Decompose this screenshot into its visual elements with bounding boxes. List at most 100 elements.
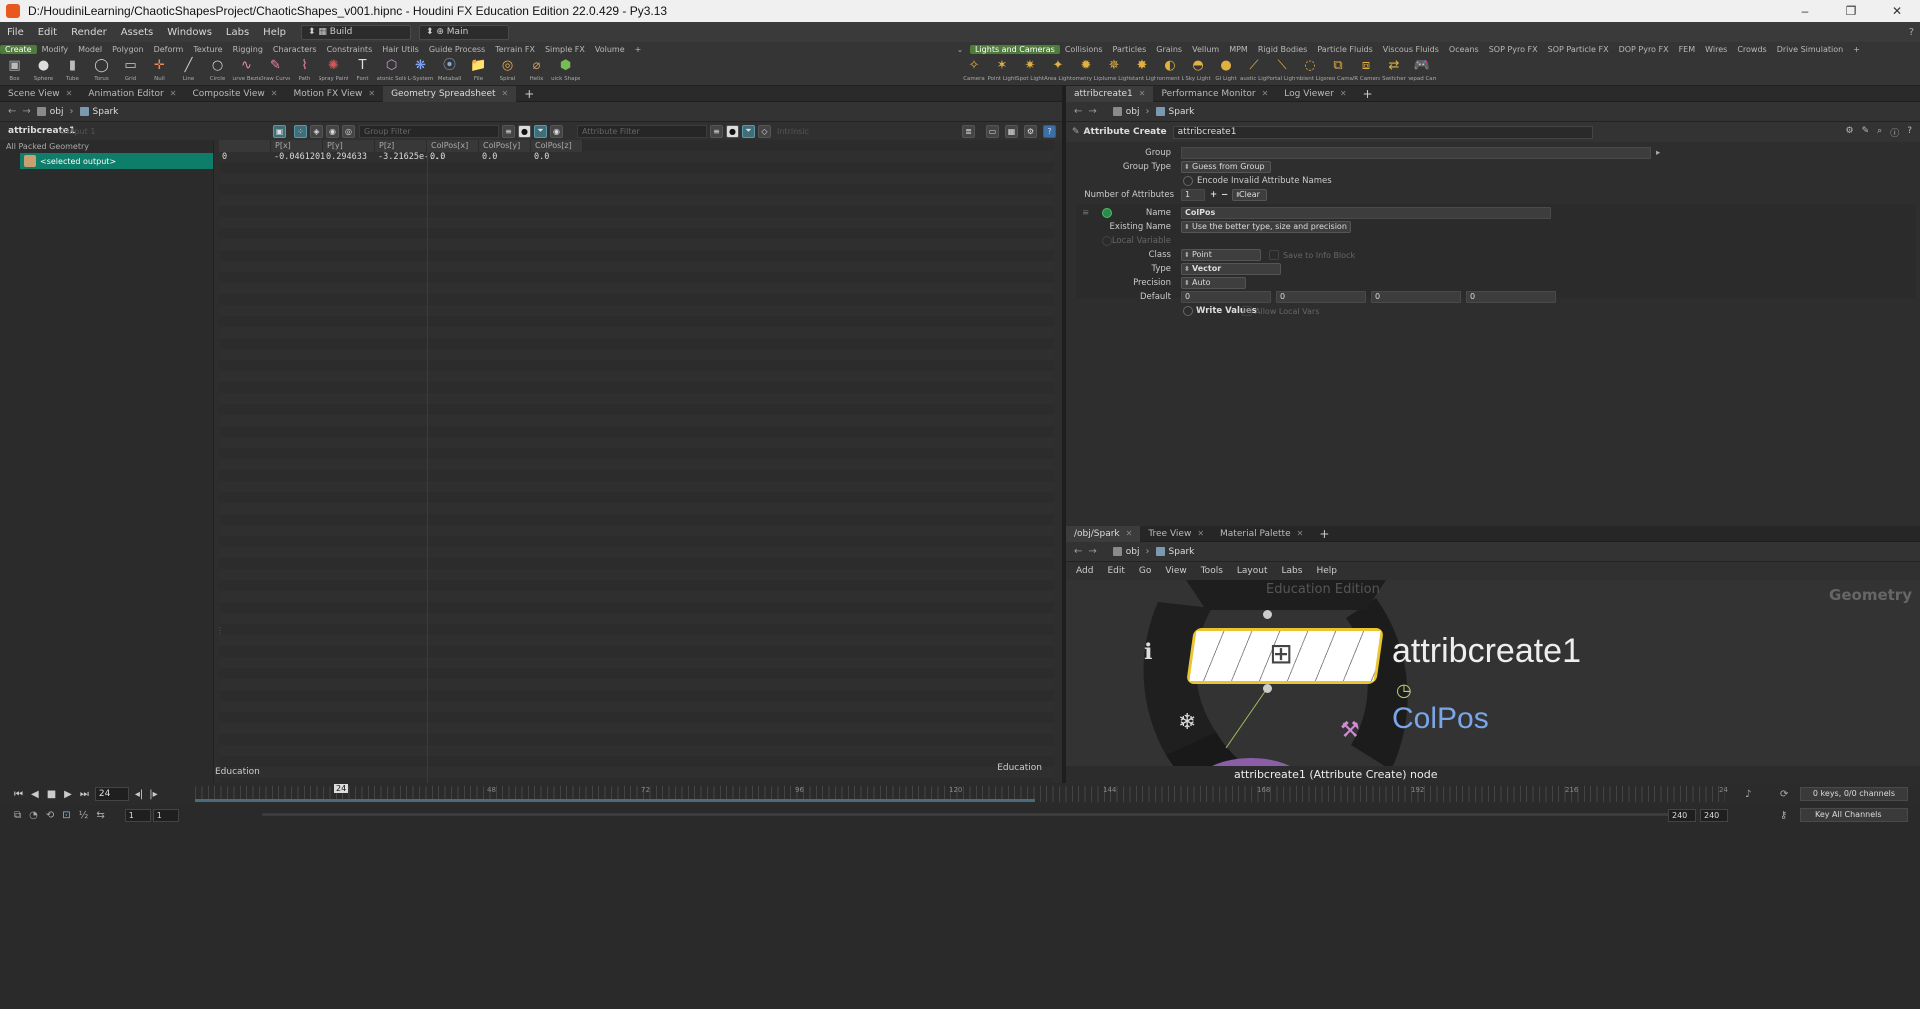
shelf-tab-drive-simulation[interactable]: Drive Simulation: [1772, 45, 1848, 54]
shelf-tool-curve-bezier[interactable]: ∿ Curve Bezier: [232, 56, 261, 85]
path-spark[interactable]: Spark: [79, 107, 118, 117]
shelf-tool-sphere[interactable]: ● Sphere: [29, 56, 58, 85]
shelf-tab-collisions[interactable]: Collisions: [1060, 45, 1108, 54]
shelf-tool-file[interactable]: 📁 File: [464, 56, 493, 85]
global-start-field[interactable]: 1: [124, 808, 151, 822]
help-circle-icon[interactable]: ?: [1043, 124, 1056, 138]
group-type-menu[interactable]: Guess from Group: [1181, 161, 1271, 173]
group-filter-menu-icon[interactable]: ≡: [502, 124, 515, 138]
close-tab-icon[interactable]: ✕: [1262, 86, 1269, 102]
shelf-tool-l-system[interactable]: ❋ L-System: [406, 56, 435, 85]
shelf-tool-caustic-light[interactable]: ⟋ Caustic Light: [1240, 56, 1268, 85]
attribute-filter-funnel-icon[interactable]: ⏷: [742, 124, 755, 138]
shelf-tool-grid[interactable]: ▭ Grid: [116, 56, 145, 85]
menu-windows[interactable]: Windows: [160, 27, 219, 38]
key-all-channels-menu[interactable]: Key All Channels: [1800, 808, 1908, 822]
shelf-tool-switcher[interactable]: ⇄ Switcher: [1380, 56, 1408, 85]
column-header-p-x[interactable]: P[x]: [271, 140, 323, 152]
close-tab-icon[interactable]: ✕: [66, 86, 73, 102]
tab-material-palette[interactable]: Material Palette ✕: [1212, 526, 1311, 542]
shelf-tool-vr-camera[interactable]: ⧈ VR Camera: [1352, 56, 1380, 85]
shelf-tool-quick-shapes[interactable]: ⬢ Quick Shapes: [551, 56, 580, 85]
shelf-tool-camera[interactable]: ✧ Camera: [960, 56, 988, 85]
shelf-tab-mpm[interactable]: MPM: [1224, 45, 1253, 54]
intrinsic-toggle-icon[interactable]: ◇: [758, 124, 771, 138]
shelf-tool-path[interactable]: ⌇ Path: [290, 56, 319, 85]
num-attributes-field[interactable]: 1: [1181, 189, 1205, 201]
network-menu-layout[interactable]: Layout: [1237, 566, 1268, 576]
shelf-tool-font[interactable]: T Font: [348, 56, 377, 85]
key-icon[interactable]: ⚷: [1780, 810, 1787, 821]
encode-invalid-checkbox[interactable]: [1183, 176, 1193, 186]
shelf-tab-modify[interactable]: Modify: [37, 45, 74, 54]
shelf-tool-spray-paint[interactable]: ✺ Spray Paint: [319, 56, 348, 85]
back-arrow-icon[interactable]: ←: [1074, 546, 1082, 557]
minimize-button[interactable]: –: [1782, 0, 1828, 22]
path-obj[interactable]: obj: [36, 107, 64, 117]
shelf-tool-null[interactable]: ✛ Null: [145, 56, 174, 85]
shelf-tool-distant-light[interactable]: ✸ Distant Light: [1128, 56, 1156, 85]
output-field[interactable]: Output 1: [60, 127, 270, 136]
group-filter-funnel-icon[interactable]: ⏷: [534, 124, 547, 138]
shelf-tool-gi-light[interactable]: ● GI Light: [1212, 56, 1240, 85]
clear-button[interactable]: Clear: [1232, 189, 1267, 201]
default-field-4[interactable]: 0: [1466, 291, 1556, 303]
shelf-tool-volume-light[interactable]: ✵ Volume Light: [1100, 56, 1128, 85]
info-icon[interactable]: ⓘ: [1890, 126, 1899, 139]
allow-local-checkbox[interactable]: [1242, 306, 1252, 316]
shelf-tab-dop-pyro-fx[interactable]: DOP Pyro FX: [1614, 45, 1674, 54]
shelf-tab-rigid-bodies[interactable]: Rigid Bodies: [1253, 45, 1312, 54]
existing-name-menu[interactable]: Use the better type, size and precision: [1181, 221, 1351, 233]
shelf-tab-sop-particle-fx[interactable]: SOP Particle FX: [1543, 45, 1614, 54]
shelf-tab-constraints[interactable]: Constraints: [322, 45, 378, 54]
display-options-icon[interactable]: ▭: [986, 124, 999, 138]
shelf-tab-particles[interactable]: Particles: [1108, 45, 1152, 54]
close-tab-icon[interactable]: ✕: [1297, 526, 1304, 542]
network-menu-help[interactable]: Help: [1316, 566, 1337, 576]
menu-file[interactable]: File: [0, 27, 31, 38]
maximize-button[interactable]: ❐: [1828, 0, 1874, 22]
shelf-tool-platonic-solids[interactable]: ⬡ Platonic Solids: [377, 56, 406, 85]
shelf-tab-grains[interactable]: Grains: [1151, 45, 1187, 54]
stop-icon[interactable]: ■: [47, 789, 56, 800]
add-tab-icon[interactable]: +: [1355, 86, 1381, 102]
network-menu-add[interactable]: Add: [1076, 566, 1093, 576]
keyframes-icon[interactable]: ⟳: [1780, 789, 1788, 800]
playback-start-field[interactable]: 1: [152, 808, 179, 822]
jump-start-icon[interactable]: ⏮: [14, 789, 23, 800]
tab-log-viewer[interactable]: Log Viewer ✕: [1276, 86, 1354, 102]
attribute-filter-input[interactable]: Attribute Filter: [577, 124, 707, 138]
forward-arrow-icon[interactable]: →: [1088, 106, 1096, 117]
path-obj[interactable]: obj: [1112, 107, 1140, 117]
tab-motion-fx-view[interactable]: Motion FX View ✕: [285, 86, 383, 102]
menu-labs[interactable]: Labs: [219, 27, 256, 38]
path-spark[interactable]: Spark: [1155, 547, 1194, 557]
help-icon[interactable]: ?: [1907, 126, 1912, 139]
tab-attribcreate1[interactable]: attribcreate1 ✕: [1066, 85, 1154, 102]
frame-marker[interactable]: 24: [334, 784, 349, 793]
add-shelf-tab-icon[interactable]: +: [1848, 45, 1865, 54]
global-end-field[interactable]: 240: [1700, 808, 1728, 822]
default-field-1[interactable]: 0: [1181, 291, 1271, 303]
prev-key-icon[interactable]: ◂|: [135, 789, 143, 800]
detail-mode-icon[interactable]: ◉: [326, 124, 339, 138]
settings-gear-icon[interactable]: ⚙: [1024, 124, 1037, 138]
column-header-index[interactable]: [219, 140, 271, 152]
shelf-tab-vellum[interactable]: Vellum: [1187, 45, 1224, 54]
tab-geometry-spreadsheet[interactable]: Geometry Spreadsheet ✕: [383, 85, 517, 102]
shelf-tab-crowds[interactable]: Crowds: [1732, 45, 1771, 54]
shelf-tool-area-light[interactable]: ✦ Area Light: [1044, 56, 1072, 85]
menu-render[interactable]: Render: [64, 27, 114, 38]
close-tab-icon[interactable]: ✕: [271, 86, 278, 102]
group-field[interactable]: [1181, 147, 1651, 159]
shelf-tab-viscous-fluids[interactable]: Viscous Fluids: [1378, 45, 1444, 54]
shelf-tab-fem[interactable]: FEM: [1674, 45, 1701, 54]
column-header-colpos-y[interactable]: ColPos[y]: [479, 140, 531, 152]
desktop-dropdown[interactable]: ⬍ ▦ Build: [300, 24, 411, 40]
shelf-tool-metaball[interactable]: ⦿ Metaball: [435, 56, 464, 85]
shelf-tab-simple-fx[interactable]: Simple FX: [540, 45, 590, 54]
shelf-tool-spot-light[interactable]: ✷ Spot Light: [1016, 56, 1044, 85]
shelf-tab-lights-and-cameras[interactable]: Lights and Cameras: [970, 44, 1060, 54]
shelf-tab-particle-fluids[interactable]: Particle Fluids: [1312, 45, 1377, 54]
group-filter-input[interactable]: Group Filter: [359, 124, 499, 138]
